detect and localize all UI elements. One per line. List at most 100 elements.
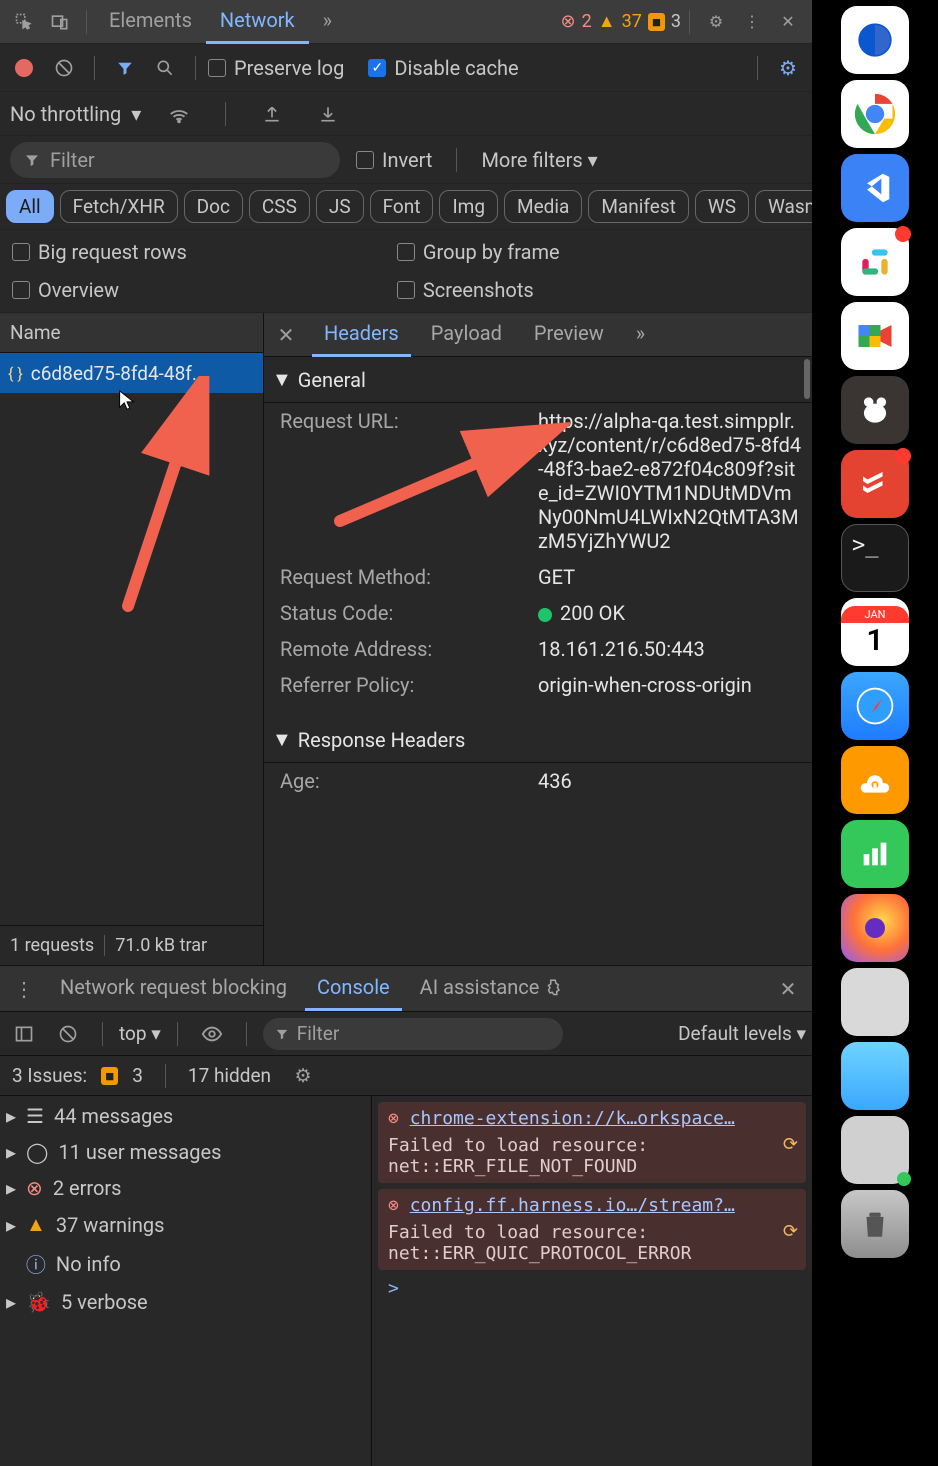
dock-app-numbers[interactable] [841,820,909,888]
dock-app-todoist[interactable] [841,450,909,518]
screenshots-toggle[interactable]: Screenshots [397,278,560,302]
console-prompt[interactable]: > [378,1276,806,1301]
chip-css[interactable]: CSS [249,190,310,223]
summary-errors[interactable]: ▸ ⊗ 2 errors [6,1176,365,1200]
error-source-link[interactable]: chrome-extension://k…orkspace… [410,1108,735,1129]
dock-app-notes[interactable] [841,968,909,1036]
label-request-url: Request URL: [280,409,538,553]
chip-ws[interactable]: WS [695,190,749,223]
dock-app-vscode[interactable] [841,154,909,222]
live-expression-icon[interactable] [194,1016,230,1052]
clear-console-icon[interactable] [50,1016,86,1052]
dock-app-finder[interactable] [841,1042,909,1110]
section-response-headers[interactable]: ▼ Response Headers [264,717,812,763]
console-filter-input[interactable]: Filter [263,1018,563,1050]
filter-toggle-icon[interactable] [107,50,143,86]
kebab-icon[interactable]: ⋮ [734,4,770,40]
group-by-frame-toggle[interactable]: Group by frame [397,240,560,264]
chip-doc[interactable]: Doc [184,190,243,223]
scrollbar-thumb[interactable] [804,359,810,399]
big-rows-toggle[interactable]: Big request rows [12,240,187,264]
request-row[interactable]: { } c6d8ed75-8fd4-48f... [0,353,263,393]
dock-app-firefox[interactable] [841,894,909,962]
tab-network[interactable]: Network [206,0,309,44]
console-error-item[interactable]: ⊗ config.ff.harness.io…/stream?… ⟳ Faile… [378,1189,806,1270]
tab-payload[interactable]: Payload [419,313,514,357]
tab-more[interactable]: » [309,0,346,44]
levels-select[interactable]: Default levels ▾ [678,1022,806,1045]
section-general[interactable]: ▼ General [264,357,812,403]
dock-app-trash[interactable] [841,1190,909,1258]
record-button[interactable] [6,50,42,86]
main-tabs-bar: Elements Network » ⊗2 ▲37 ■3 ⚙ ⋮ ✕ [0,0,812,44]
chip-img[interactable]: Img [439,190,498,223]
context-select[interactable]: top ▾ [119,1022,161,1045]
tab-request-blocking[interactable]: Network request blocking [48,967,299,1011]
label-remote: Remote Address: [280,637,538,661]
console-error-item[interactable]: ⊗ chrome-extension://k…orkspace… ⟳ Faile… [378,1102,806,1183]
summary-verbose[interactable]: ▸ 🐞 5 verbose [6,1290,365,1314]
issues-label: 3 Issues: [12,1064,87,1087]
value-age: 436 [538,769,802,793]
dock-app-aws[interactable] [841,746,909,814]
chip-font[interactable]: Font [370,190,434,223]
dock-app-slack[interactable] [841,228,909,296]
overview-toggle[interactable]: Overview [12,278,187,302]
tab-headers[interactable]: Headers [312,313,411,357]
sidebar-toggle-icon[interactable] [6,1016,42,1052]
dock-app-calendar[interactable]: JAN1 [841,598,909,666]
close-details-icon[interactable]: ✕ [268,317,304,353]
tab-elements[interactable]: Elements [95,0,206,44]
devtools-panel: Elements Network » ⊗2 ▲37 ■3 ⚙ ⋮ ✕ Prese… [0,0,812,1466]
chip-wasm[interactable]: Wasm [755,190,812,223]
chip-all[interactable]: All [6,190,54,223]
more-filters-dropdown[interactable]: More filters ▾ [481,148,597,172]
invert-toggle[interactable]: Invert [356,148,432,172]
close-icon[interactable]: ✕ [770,4,806,40]
dock-app-safari[interactable] [841,672,909,740]
drawer-kebab-icon[interactable]: ⋮ [6,971,42,1007]
issues-hidden[interactable]: 17 hidden [188,1064,271,1087]
dock-app-meet[interactable] [841,302,909,370]
tab-ai-assistance[interactable]: AI assistance [408,967,575,1011]
tab-console[interactable]: Console [305,967,402,1011]
summary-warnings[interactable]: ▸ ▲ 37 warnings [6,1212,365,1237]
error-source-link[interactable]: config.ff.harness.io…/stream?… [410,1195,735,1216]
list-icon: ☰ [26,1104,44,1128]
warning-icon: ▲ [26,1212,46,1237]
name-column-header[interactable]: Name [0,313,263,353]
gear-icon[interactable]: ⚙ [698,4,734,40]
summary-messages[interactable]: ▸ ☰ 44 messages [6,1104,365,1128]
tab-more[interactable]: » [624,313,657,357]
device-toggle-icon[interactable] [42,4,78,40]
preserve-log-toggle[interactable]: Preserve log [208,56,344,80]
chip-media[interactable]: Media [504,190,582,223]
dock-app-chrome[interactable] [841,80,909,148]
detail-tabs: ✕ Headers Payload Preview » [264,313,812,357]
throttling-select[interactable]: No throttling ▾ [10,102,141,126]
chip-js[interactable]: JS [316,190,364,223]
summary-user-messages[interactable]: ▸ ◯ 11 user messages [6,1140,365,1164]
network-conditions-icon[interactable] [161,96,197,132]
chip-fetch[interactable]: Fetch/XHR [60,190,178,223]
issues-settings-icon[interactable]: ⚙ [285,1058,321,1094]
inspect-icon[interactable] [6,4,42,40]
dock-app-terminal[interactable]: >_ [841,524,909,592]
summary-info[interactable]: ⓘ No info [6,1249,365,1278]
chip-manifest[interactable]: Manifest [588,190,689,223]
clear-icon[interactable] [46,50,82,86]
dock-app-edge[interactable] [841,6,909,74]
search-icon[interactable] [147,50,183,86]
dock-app-bear[interactable] [841,376,909,444]
dock-app-mail[interactable] [841,1116,909,1184]
tab-preview[interactable]: Preview [522,313,616,357]
label-age: Age: [280,769,538,793]
upload-icon[interactable] [254,96,290,132]
filter-input[interactable]: Filter [10,142,340,178]
value-referrer: origin-when-cross-origin [538,673,802,697]
status-counts[interactable]: ⊗2 ▲37 ■3 [561,11,681,32]
disable-cache-toggle[interactable]: ✓Disable cache [368,56,518,80]
drawer-close-icon[interactable]: ✕ [770,971,806,1007]
network-settings-icon[interactable]: ⚙ [770,50,806,86]
download-icon[interactable] [310,96,346,132]
